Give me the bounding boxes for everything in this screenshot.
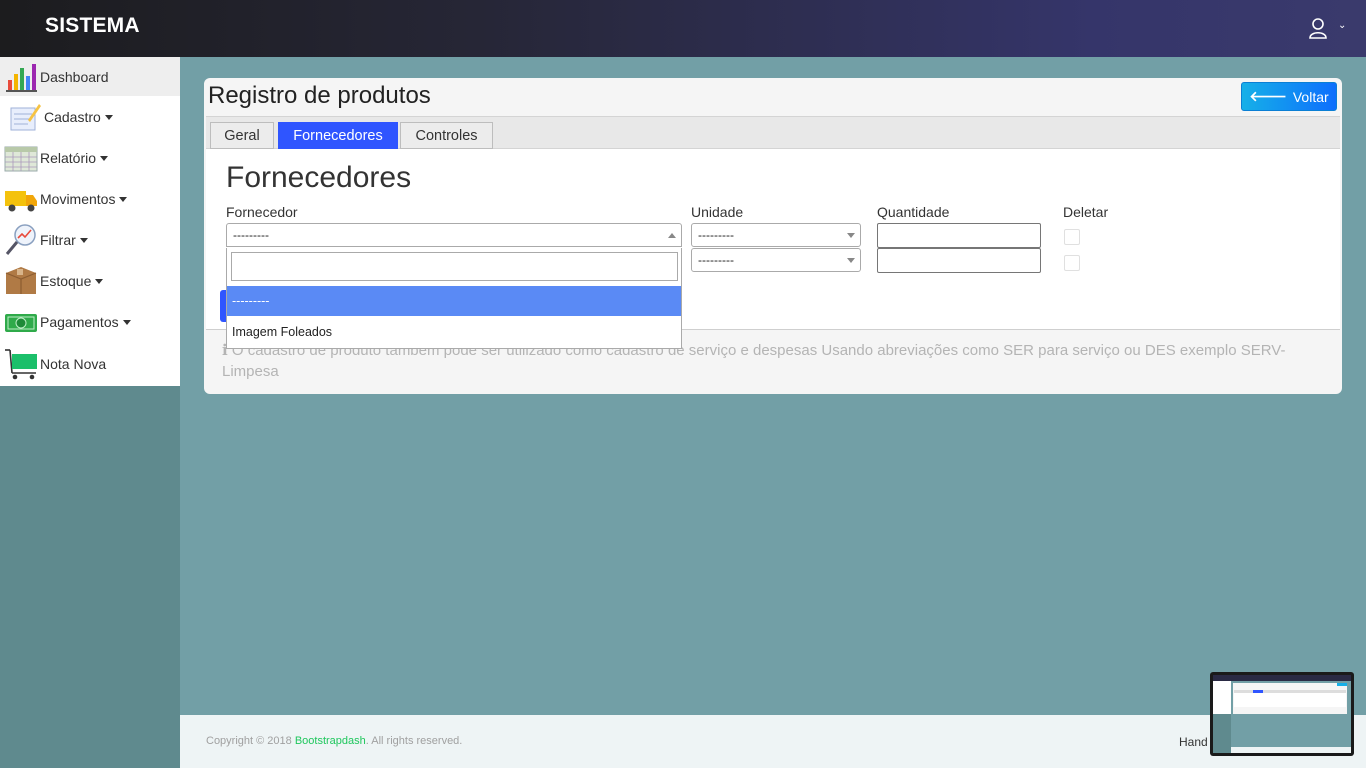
quantity-input[interactable] [877, 248, 1041, 273]
sidebar-item-relatorio[interactable]: Relatório [0, 137, 180, 178]
sidebar-item-filtrar[interactable]: Filtrar [0, 219, 180, 260]
unit-select-value: --------- [698, 228, 734, 242]
calendar-grid-icon [4, 146, 38, 172]
back-button[interactable]: 🡐 Voltar [1241, 82, 1337, 111]
unit-select-value: --------- [698, 253, 734, 267]
sidebar-item-label: Cadastro [44, 109, 113, 125]
chevron-down-icon [847, 233, 855, 238]
chevron-up-icon [668, 233, 676, 238]
sidebar: Dashboard Cadastro Relatório Movimentos … [0, 57, 180, 768]
chevron-down-icon [100, 156, 109, 162]
sidebar-item-cadastro[interactable]: Cadastro [0, 96, 180, 137]
screenshot-thumbnail[interactable] [1210, 672, 1354, 756]
tab-controles[interactable]: Controles [400, 122, 493, 149]
chevron-down-icon [119, 197, 128, 203]
dropdown-option[interactable]: Imagem Foleados [227, 317, 681, 347]
quantity-input[interactable] [877, 223, 1041, 248]
chevron-down-icon [95, 279, 104, 285]
sidebar-item-dashboard[interactable]: Dashboard [0, 57, 180, 96]
sidebar-item-label: Movimentos [40, 191, 128, 207]
chevron-down-icon [104, 115, 113, 121]
footer-brand-link[interactable]: Bootstrapdash [295, 735, 366, 747]
user-icon[interactable] [1308, 17, 1328, 39]
supplier-column-label: Fornecedor [226, 204, 298, 220]
unit-select[interactable]: --------- [691, 223, 861, 247]
supplier-select-value: --------- [233, 228, 269, 242]
sidebar-item-label: Filtrar [40, 232, 88, 248]
sidebar-item-nota-nova[interactable]: Nota Nova [0, 342, 180, 386]
chevron-down-icon [79, 238, 88, 244]
quantity-column-label: Quantidade [877, 204, 950, 220]
magnifier-chart-icon [5, 224, 36, 255]
footer-right-text: Hand [1179, 735, 1208, 749]
section-title: Fornecedores [226, 161, 412, 194]
chevron-down-icon [122, 320, 131, 326]
supplier-select[interactable]: --------- [226, 223, 682, 247]
box-icon [5, 267, 37, 294]
copyright-text: Copyright © 2018 Bootstrapdash. All righ… [206, 735, 462, 747]
delete-checkbox[interactable] [1064, 229, 1080, 245]
sidebar-item-label: Dashboard [40, 68, 109, 85]
tab-geral[interactable]: Geral [210, 122, 274, 149]
sidebar-menu: Dashboard Cadastro Relatório Movimentos … [0, 57, 180, 386]
page-title: Registro de produtos [208, 82, 431, 109]
sidebar-item-label: Pagamentos [40, 314, 131, 330]
tabs-bar: Geral Fornecedores Controles [206, 116, 1340, 149]
supplier-dropdown: --------- Imagem Foleados [226, 248, 682, 349]
thumbnail-preview [1213, 675, 1351, 753]
sidebar-item-label: Nota Nova [40, 356, 107, 372]
dropdown-search-input[interactable] [231, 252, 678, 281]
tab-fornecedores[interactable]: Fornecedores [278, 122, 398, 149]
brand-logo[interactable]: SISTEMA [45, 14, 140, 38]
dropdown-option[interactable]: --------- [227, 286, 681, 316]
sidebar-item-pagamentos[interactable]: Pagamentos [0, 301, 180, 342]
notepad-pencil-icon [10, 104, 41, 131]
footer: Copyright © 2018 Bootstrapdash. All righ… [180, 715, 1366, 768]
unit-column-label: Unidade [691, 204, 744, 220]
copyright-suffix: . All rights reserved. [365, 735, 463, 747]
sidebar-item-movimentos[interactable]: Movimentos [0, 178, 180, 219]
chevron-down-icon [847, 258, 855, 263]
sidebar-item-label: Estoque [40, 273, 104, 289]
unit-select[interactable]: --------- [691, 248, 861, 272]
bar-chart-icon [6, 64, 37, 92]
delete-checkbox[interactable] [1064, 255, 1080, 271]
top-navbar: SISTEMA ⌄ [0, 0, 1366, 57]
cash-icon [5, 314, 37, 332]
delete-column-label: Deletar [1063, 204, 1109, 220]
cart-icon [5, 349, 37, 380]
sidebar-item-estoque[interactable]: Estoque [0, 260, 180, 301]
copyright-prefix: Copyright © 2018 [206, 735, 295, 747]
back-button-label: Voltar [1292, 88, 1329, 105]
truck-icon [5, 191, 37, 212]
user-menu-caret-icon[interactable]: ⌄ [1338, 20, 1346, 31]
sidebar-item-label: Relatório [40, 150, 109, 166]
arrow-left-icon: 🡐 [1249, 88, 1287, 104]
